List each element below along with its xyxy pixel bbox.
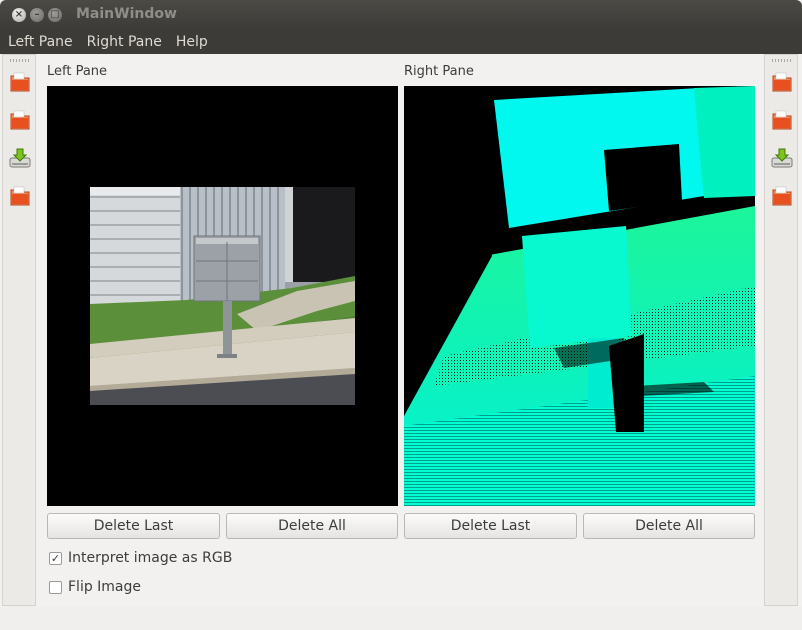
interpret-rgb-option[interactable]: ✓ Interpret image as RGB bbox=[49, 550, 232, 566]
right-image-view[interactable] bbox=[404, 86, 755, 506]
menu-help[interactable]: Help bbox=[169, 30, 215, 54]
maximize-icon: □ bbox=[50, 9, 60, 20]
left-delete-all-button[interactable]: Delete All bbox=[226, 513, 398, 539]
left-pane-label: Left Pane bbox=[47, 64, 108, 79]
save-icon bbox=[9, 148, 31, 168]
minimize-icon: – bbox=[34, 9, 40, 20]
close-icon: × bbox=[14, 9, 24, 20]
menu-left-pane[interactable]: Left Pane bbox=[0, 30, 80, 54]
minimize-button[interactable]: – bbox=[30, 8, 44, 22]
right-toolbar bbox=[764, 54, 798, 606]
open-icon bbox=[10, 186, 30, 206]
main-window: × – □ MainWindow Left Pane Right Pane He… bbox=[0, 0, 802, 630]
depth-image bbox=[404, 86, 755, 506]
right-delete-last-button[interactable]: Delete Last bbox=[404, 513, 577, 539]
right-open-button-2[interactable] bbox=[769, 107, 795, 133]
right-save-button[interactable] bbox=[769, 145, 795, 171]
flip-image-checkbox[interactable] bbox=[49, 580, 62, 594]
checkmark-icon: ✓ bbox=[50, 551, 61, 565]
open-icon bbox=[772, 72, 792, 92]
left-save-button[interactable] bbox=[7, 145, 33, 171]
open-icon bbox=[10, 72, 30, 92]
close-button[interactable]: × bbox=[12, 8, 26, 22]
left-image-view[interactable] bbox=[47, 86, 398, 506]
toolbar-grip[interactable] bbox=[10, 59, 30, 62]
window-title: MainWindow bbox=[76, 6, 177, 22]
open-icon bbox=[772, 110, 792, 130]
left-open-button-2[interactable] bbox=[7, 107, 33, 133]
open-icon bbox=[772, 186, 792, 206]
interpret-rgb-checkbox[interactable]: ✓ bbox=[49, 551, 62, 565]
left-open-button-3[interactable] bbox=[7, 183, 33, 209]
title-bar: × – □ MainWindow bbox=[0, 0, 802, 30]
right-delete-all-button[interactable]: Delete All bbox=[583, 513, 755, 539]
save-icon bbox=[771, 148, 793, 168]
maximize-button[interactable]: □ bbox=[48, 8, 62, 22]
left-toolbar bbox=[2, 54, 36, 606]
menu-right-pane[interactable]: Right Pane bbox=[80, 30, 169, 54]
menu-bar: Left Pane Right Pane Help bbox=[0, 30, 802, 54]
right-open-button-1[interactable] bbox=[769, 69, 795, 95]
open-icon bbox=[10, 110, 30, 130]
left-delete-last-button[interactable]: Delete Last bbox=[47, 513, 220, 539]
toolbar-grip[interactable] bbox=[772, 59, 792, 62]
flip-image-option[interactable]: Flip Image bbox=[49, 579, 141, 595]
left-open-button-1[interactable] bbox=[7, 69, 33, 95]
right-pane-label: Right Pane bbox=[404, 64, 474, 79]
interpret-rgb-label[interactable]: Interpret image as RGB bbox=[68, 550, 232, 566]
rgb-photo bbox=[90, 187, 355, 405]
flip-image-label[interactable]: Flip Image bbox=[68, 579, 141, 595]
right-open-button-3[interactable] bbox=[769, 183, 795, 209]
status-bar bbox=[0, 606, 802, 630]
